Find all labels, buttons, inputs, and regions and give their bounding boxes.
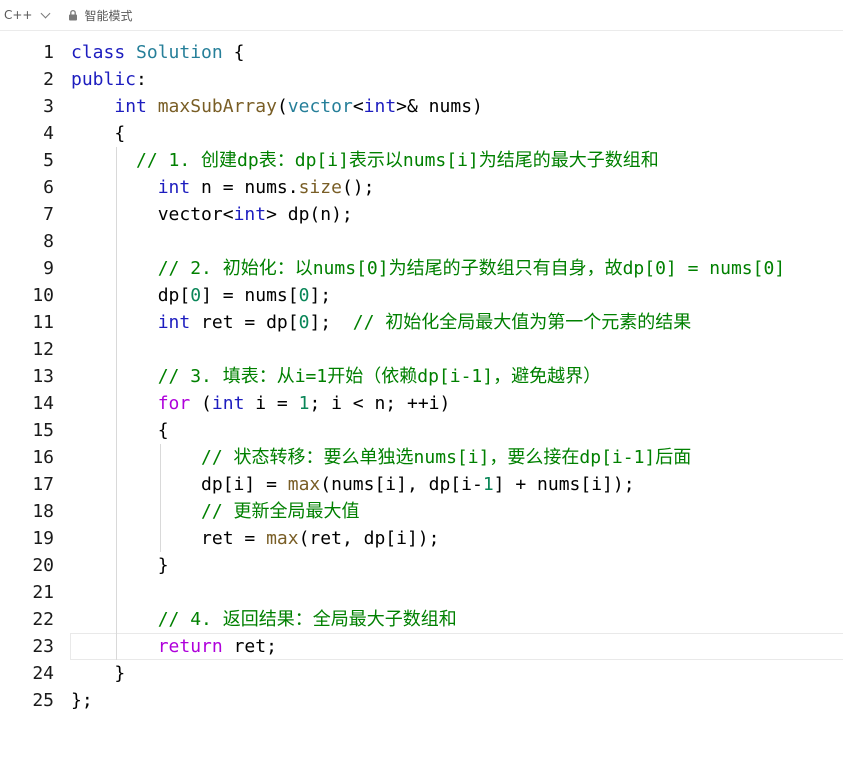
line-number: 5	[43, 150, 54, 171]
code-line[interactable]: 6 int n = nums.size();	[0, 174, 843, 201]
code-line[interactable]: 2 public:	[0, 66, 843, 93]
code-line[interactable]: 11 int ret = dp[0]; // 初始化全局最大值为第一个元素的结果	[0, 309, 843, 336]
editor-toolbar: C++ 智能模式	[0, 0, 843, 31]
mode-label: 智能模式	[84, 8, 133, 23]
code-text: dp[0] = nums[0];	[71, 285, 332, 306]
line-number: 19	[32, 528, 54, 549]
code-line[interactable]: 22 // 4. 返回结果：全局最大子数组和	[0, 606, 843, 633]
line-number: 6	[43, 177, 54, 198]
smart-mode-indicator[interactable]: 智能模式	[67, 7, 133, 24]
code-line[interactable]: 4 {	[0, 120, 843, 147]
line-number: 8	[43, 231, 54, 252]
line-number: 25	[32, 690, 54, 711]
line-number: 20	[32, 555, 54, 576]
code-line[interactable]: 8	[0, 228, 843, 255]
code-line[interactable]: 25};	[0, 687, 843, 714]
line-number: 12	[32, 339, 54, 360]
code-text: }	[71, 555, 169, 576]
code-line[interactable]: 24 }	[0, 660, 843, 687]
code-text: int maxSubArray(vector<int>& nums)	[114, 96, 483, 117]
code-line[interactable]: 15 {	[0, 417, 843, 444]
code-text: {	[71, 123, 126, 144]
code-text: return ret;	[157, 636, 277, 657]
line-number: 16	[32, 447, 54, 468]
line-number: 1	[43, 42, 54, 63]
code-line[interactable]: 16 // 状态转移：要么单独选nums[i]，要么接在dp[i-1]后面	[0, 444, 843, 471]
line-number: 10	[32, 285, 54, 306]
code-line[interactable]: 5 // 1. 创建dp表：dp[i]表示以nums[i]为结尾的最大子数组和	[0, 147, 843, 174]
line-number: 11	[32, 312, 54, 333]
code-line[interactable]: 10 dp[0] = nums[0];	[0, 282, 843, 309]
code-line[interactable]: 19 ret = max(ret, dp[i]);	[0, 525, 843, 552]
code-text: vector<int> dp(n);	[71, 204, 353, 225]
code-text: // 1. 创建dp表：dp[i]表示以nums[i]为结尾的最大子数组和	[136, 150, 659, 171]
code-line[interactable]: 14 for (int i = 1; i < n; ++i)	[0, 390, 843, 417]
indent-guide	[116, 228, 117, 255]
line-number: 15	[32, 420, 54, 441]
code-text: class Solution {	[71, 42, 245, 63]
code-line[interactable]: 20 }	[0, 552, 843, 579]
indent-guide	[116, 579, 117, 606]
code-line[interactable]: 12	[0, 336, 843, 363]
code-text: // 状态转移：要么单独选nums[i]，要么接在dp[i-1]后面	[201, 447, 692, 468]
code-editor[interactable]: 1 class Solution { 2 public: 3 int maxSubArr…	[0, 39, 843, 714]
code-text: };	[71, 690, 93, 711]
line-number: 4	[43, 123, 54, 144]
line-number: 17	[32, 474, 54, 495]
lock-icon	[68, 9, 77, 21]
line-number: 24	[32, 663, 54, 684]
line-number: 21	[32, 582, 54, 603]
line-number: 7	[43, 204, 54, 225]
code-line[interactable]: 9 // 2. 初始化：以nums[0]为结尾的子数组只有自身，故dp[0] =…	[0, 255, 843, 282]
code-text: // 2. 初始化：以nums[0]为结尾的子数组只有自身，故dp[0] = n…	[157, 258, 786, 279]
code-text: public:	[71, 69, 147, 90]
line-number: 22	[32, 609, 54, 630]
language-label: C++	[4, 8, 33, 22]
code-text: {	[71, 420, 169, 441]
code-text: // 更新全局最大值	[201, 501, 360, 522]
line-number: 2	[43, 69, 54, 90]
code-line[interactable]: 18 // 更新全局最大值	[0, 498, 843, 525]
indent-guide	[116, 336, 117, 363]
code-text: // 4. 返回结果：全局最大子数组和	[157, 609, 457, 630]
code-text: }	[71, 663, 126, 684]
code-line[interactable]: 21	[0, 579, 843, 606]
code-text: int n = nums.size();	[157, 177, 375, 198]
chevron-down-icon	[40, 8, 50, 18]
code-line[interactable]: 17 dp[i] = max(nums[i], dp[i-1] + nums[i…	[0, 471, 843, 498]
line-number: 13	[32, 366, 54, 387]
language-select[interactable]: C++	[4, 8, 50, 22]
code-line[interactable]: 1 class Solution {	[0, 39, 843, 66]
code-text: dp[i] = max(nums[i], dp[i-1] + nums[i]);	[71, 474, 635, 495]
line-number: 14	[32, 393, 54, 414]
line-number: 9	[43, 258, 54, 279]
code-text: for (int i = 1; i < n; ++i)	[157, 393, 451, 414]
code-line[interactable]: 7 vector<int> dp(n);	[0, 201, 843, 228]
line-number: 18	[32, 501, 54, 522]
line-number: 3	[43, 96, 54, 117]
code-line[interactable]: 23 return ret;	[0, 633, 843, 660]
code-line[interactable]: 13 // 3. 填表：从i=1开始（依赖dp[i-1]，避免越界）	[0, 363, 843, 390]
code-text: int ret = dp[0]; // 初始化全局最大值为第一个元素的结果	[157, 312, 692, 333]
code-text: ret = max(ret, dp[i]);	[71, 528, 440, 549]
code-text: // 3. 填表：从i=1开始（依赖dp[i-1]，避免越界）	[157, 366, 602, 387]
line-number: 23	[32, 636, 54, 657]
code-line[interactable]: 3 int maxSubArray(vector<int>& nums)	[0, 93, 843, 120]
